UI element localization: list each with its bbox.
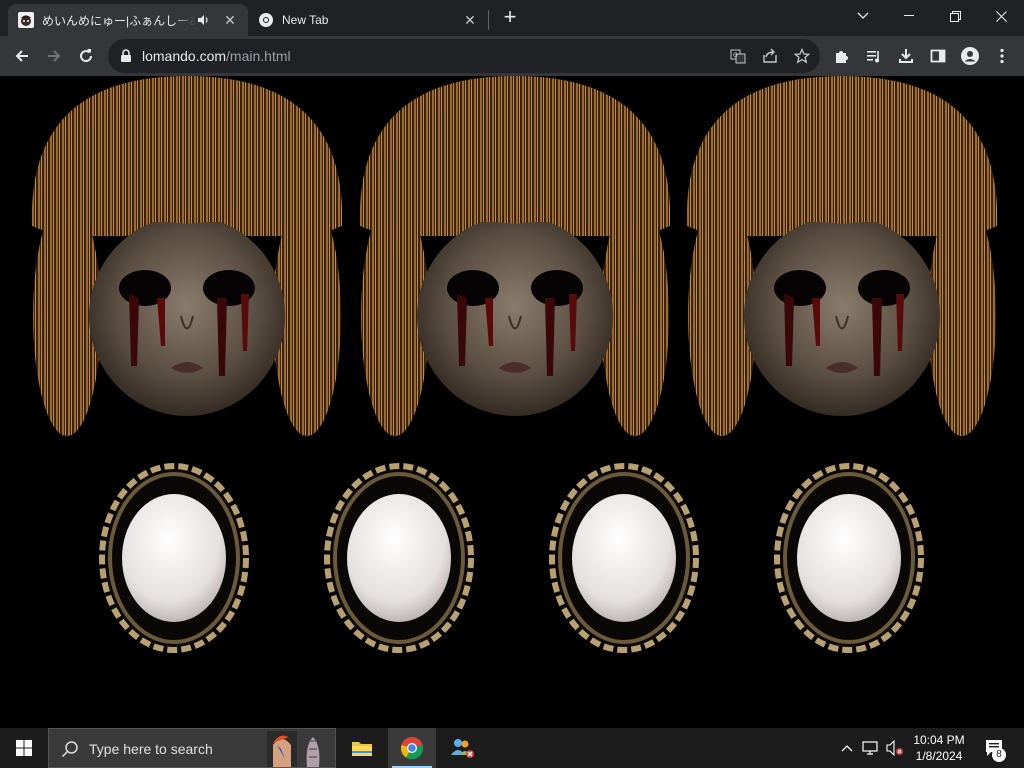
taskbar-clock[interactable]: 10:04 PM 1/8/2024 [908, 732, 970, 764]
speaker-icon[interactable] [196, 13, 210, 27]
page-content [0, 76, 1024, 728]
svg-text:G: G [733, 52, 738, 59]
share-button[interactable] [760, 46, 780, 66]
chrome-icon [400, 737, 424, 760]
menu-button[interactable] [986, 40, 1018, 72]
url-path: /main.html [226, 48, 291, 64]
reload-icon [80, 49, 93, 63]
windows-logo-icon [16, 740, 32, 756]
tab-title: New Tab [282, 13, 329, 27]
restore-icon [949, 10, 961, 22]
tab-close-icon[interactable]: ✕ [222, 12, 238, 28]
browser-toolbar: lomando.com/main.html G [0, 36, 1024, 76]
star-icon [794, 48, 810, 64]
kebab-menu-icon [1000, 48, 1004, 64]
translate-button[interactable]: G [728, 46, 748, 66]
clock-time: 10:04 PM [913, 733, 965, 747]
tab-separator [488, 10, 489, 30]
tab-close-icon[interactable]: ✕ [462, 12, 478, 28]
mirror-link-3[interactable] [552, 466, 696, 650]
back-button[interactable] [6, 40, 38, 72]
network-icon [862, 741, 878, 755]
lock-icon[interactable] [120, 49, 132, 63]
side-panel-button[interactable] [922, 40, 954, 72]
start-button[interactable] [0, 728, 48, 768]
playlist-music-icon [867, 51, 879, 63]
tab-main-menu[interactable]: めいんめにゅー|ふぁんしーあいら人 ✕ [8, 4, 248, 36]
doll-image-2 [358, 76, 672, 437]
profile-button[interactable] [954, 40, 986, 72]
people-app-button[interactable] [438, 728, 486, 768]
close-icon [995, 10, 1007, 22]
url-domain: lomando.com [142, 48, 227, 64]
extensions-button[interactable] [826, 40, 858, 72]
downloads-button[interactable] [890, 40, 922, 72]
folder-icon [352, 742, 372, 756]
browser-window: めいんめにゅー|ふぁんしーあいら人 ✕ New Tab ✕ + [0, 0, 1024, 768]
translate-icon: G [730, 49, 746, 64]
tab-strip: めいんめにゅー|ふぁんしーあいら人 ✕ New Tab ✕ + [0, 0, 1024, 36]
arrow-right-icon [48, 50, 61, 62]
doll-image-3 [685, 76, 999, 437]
address-bar[interactable]: lomando.com/main.html G [108, 39, 820, 73]
bookmark-button[interactable] [792, 46, 812, 66]
puzzle-icon [836, 51, 848, 63]
search-highlight-image [267, 731, 320, 767]
url-text: lomando.com/main.html [142, 48, 291, 64]
notification-center-button[interactable]: 8 [980, 728, 1010, 768]
file-explorer-button[interactable] [338, 728, 386, 768]
taskbar-search-box[interactable]: Type here to search [48, 728, 336, 768]
chrome-favicon-icon [259, 13, 273, 27]
doll-image-1 [30, 76, 344, 437]
doll-favicon-icon [18, 12, 34, 28]
close-window-button[interactable] [978, 0, 1024, 32]
mirror-link-2[interactable] [327, 466, 471, 650]
chevron-up-icon [841, 745, 853, 752]
arrow-left-icon [15, 50, 28, 62]
network-button[interactable] [860, 728, 882, 768]
side-panel-icon [930, 49, 946, 63]
windows-taskbar: Type here to search 10:04 PM 1/8/2024 8 [0, 728, 1024, 768]
mirror-link-4[interactable] [777, 466, 921, 650]
forward-button[interactable] [38, 40, 70, 72]
speaker-muted-icon [886, 740, 903, 756]
chevron-down-icon [857, 12, 869, 19]
reload-button[interactable] [70, 40, 102, 72]
restore-button[interactable] [932, 0, 978, 32]
share-icon [763, 48, 777, 63]
tab-search-button[interactable] [840, 0, 886, 32]
media-control-button[interactable] [858, 40, 890, 72]
show-hidden-icons-button[interactable] [838, 728, 856, 768]
tab-title: めいんめにゅー|ふぁんしーあいら人 [42, 13, 196, 28]
profile-avatar-icon [961, 47, 979, 65]
volume-button[interactable] [884, 728, 906, 768]
people-icon [451, 739, 474, 758]
notification-count-badge: 8 [992, 748, 1006, 762]
new-tab-button[interactable]: + [498, 6, 522, 30]
download-icon [899, 49, 913, 63]
clock-date: 1/8/2024 [915, 749, 963, 763]
search-placeholder: Type here to search [89, 741, 213, 757]
mirror-link-1[interactable] [102, 466, 246, 650]
tab-new-tab[interactable]: New Tab ✕ [248, 4, 488, 36]
chrome-taskbar-button[interactable] [388, 728, 436, 768]
search-icon [61, 741, 78, 758]
minimize-icon [904, 15, 914, 16]
doll-mirror-artwork [30, 76, 999, 728]
minimize-button[interactable] [886, 0, 932, 32]
